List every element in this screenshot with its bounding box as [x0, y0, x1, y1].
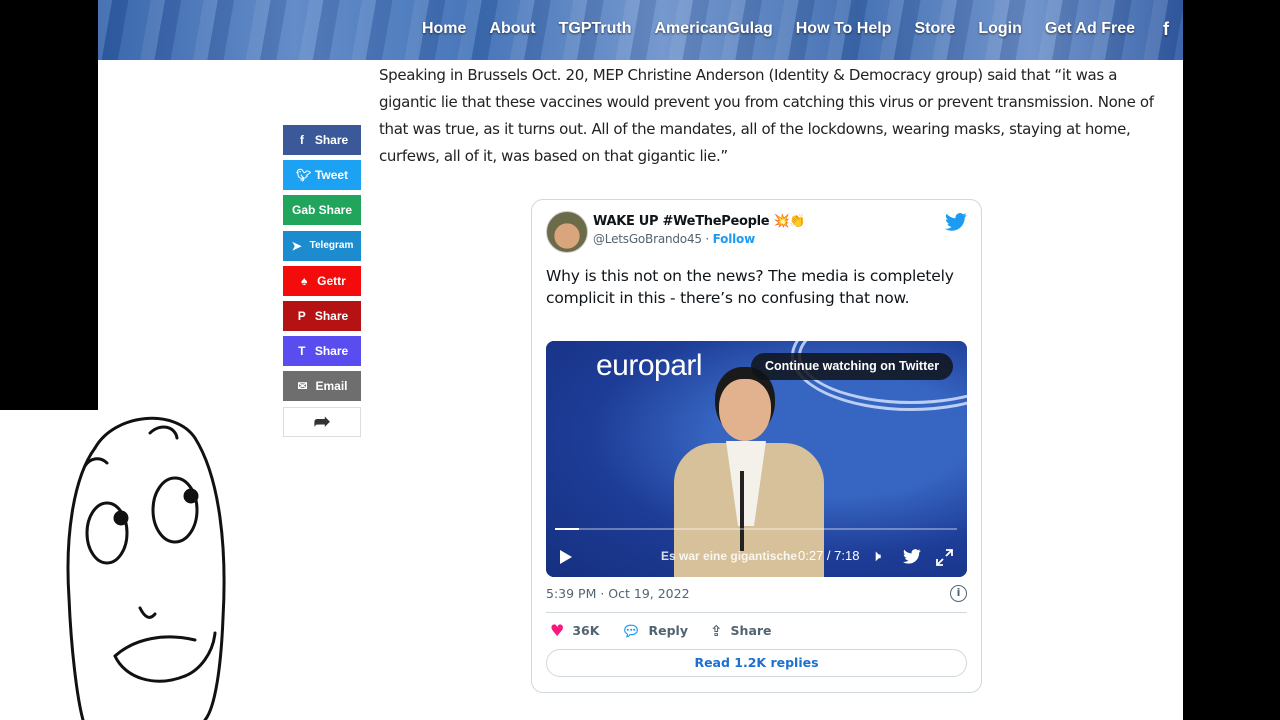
video-time: 0:27 / 7:18 — [798, 548, 860, 563]
share-label: Tweet — [314, 168, 349, 183]
like-button[interactable]: ♥ 36K — [550, 621, 599, 640]
nav-store[interactable]: Store — [914, 20, 955, 38]
gettr-share-button[interactable]: ♠ Gettr — [283, 265, 361, 296]
truth-share-button[interactable]: T Share — [283, 336, 361, 367]
gettr-icon: ♠ — [300, 273, 308, 288]
more-share-button[interactable]: ➦ — [283, 406, 361, 437]
share-label: Gab Share — [291, 203, 353, 218]
nav-about[interactable]: About — [489, 20, 535, 38]
tweet-author: WAKE UP #WeThePeople 💥👏 @LetsGoBrando45 … — [546, 211, 806, 253]
twitter-logo-icon[interactable] — [903, 549, 921, 564]
site-header: Home About TGPTruth AmericanGulag How To… — [98, 0, 1183, 60]
info-icon[interactable]: i — [950, 585, 967, 602]
handle-separator: · — [701, 232, 713, 246]
share-label: Share — [314, 133, 349, 147]
tweet-author-name[interactable]: WAKE UP #WeThePeople 💥👏 — [593, 214, 806, 229]
volume-icon[interactable]: 🕨︎ — [871, 546, 881, 566]
nav-get-ad-free[interactable]: Get Ad Free — [1045, 20, 1135, 38]
share-label: Email — [315, 379, 348, 394]
twitter-logo-icon[interactable] — [945, 212, 967, 232]
video-progress-bar[interactable] — [555, 528, 957, 530]
share-label: Share — [314, 308, 349, 323]
nav-home[interactable]: Home — [422, 20, 466, 38]
share-bar: f Share 🐦︎ Tweet Gab Share ➤ Telegram ♠ Gett… — [283, 125, 361, 442]
nav-americangulag[interactable]: AmericanGulag — [654, 20, 772, 38]
reply-bubble-icon: 💬︎ — [621, 621, 641, 640]
email-share-button[interactable]: ✉ Email — [283, 371, 361, 402]
read-replies-button[interactable]: Read 1.2K replies — [546, 649, 967, 677]
tweet-video[interactable]: europarl Continue watching on Twitter Es… — [546, 341, 967, 577]
tweet-date[interactable]: 5:39 PM · Oct 19, 2022 — [546, 586, 690, 601]
forward-arrow-icon: ➦ — [313, 411, 331, 433]
parler-share-button[interactable]: P Share — [283, 300, 361, 331]
facebook-share-button[interactable]: f Share — [283, 125, 361, 155]
continue-watching-button[interactable]: Continue watching on Twitter — [751, 353, 954, 380]
like-count: 36K — [572, 623, 600, 638]
microphone — [740, 471, 744, 551]
reply-label: Reply — [648, 623, 688, 638]
telegram-icon: ➤ — [291, 238, 302, 253]
twitter-bird-icon: 🐦︎ — [295, 168, 312, 183]
tweet-text: Why is this not on the news? The media i… — [546, 267, 954, 307]
follow-button[interactable]: Follow — [713, 232, 756, 246]
divider — [546, 612, 967, 613]
screen: Home About TGPTruth AmericanGulag How To… — [0, 0, 1280, 720]
play-icon[interactable] — [560, 550, 572, 564]
upload-share-icon: ⇪ — [709, 621, 723, 640]
thinking-meme-face-image — [66, 416, 226, 720]
fullscreen-icon[interactable] — [936, 549, 953, 566]
share-label: Share — [730, 623, 772, 638]
nav-how-to-help[interactable]: How To Help — [796, 20, 892, 38]
envelope-icon: ✉ — [297, 379, 308, 394]
avatar[interactable] — [546, 211, 588, 253]
web-page: Home About TGPTruth AmericanGulag How To… — [98, 0, 1183, 720]
share-label: Telegram — [309, 240, 354, 252]
heart-icon: ♥ — [550, 621, 565, 640]
parler-icon: P — [297, 308, 306, 323]
reply-button[interactable]: 💬︎ Reply — [621, 621, 688, 640]
truth-icon: T — [298, 344, 306, 359]
video-controls: Es war eine gigantische 0:27 / 7:18 🕨︎ — [546, 541, 967, 575]
facebook-icon: f — [299, 133, 304, 147]
facebook-icon[interactable]: f — [1163, 19, 1169, 40]
gab-share-button[interactable]: Gab Share — [283, 195, 361, 226]
share-tweet-button[interactable]: ⇪ Share — [710, 621, 772, 640]
telegram-share-button[interactable]: ➤ Telegram — [283, 230, 361, 261]
tweet-author-names: WAKE UP #WeThePeople 💥👏 @LetsGoBrando45 … — [593, 211, 806, 253]
embedded-tweet: WAKE UP #WeThePeople 💥👏 @LetsGoBrando45 … — [531, 199, 982, 693]
main-nav: Home About TGPTruth AmericanGulag How To… — [422, 0, 1169, 58]
share-label: Gettr — [317, 273, 346, 288]
article-paragraph: Speaking in Brussels Oct. 20, MEP Christ… — [379, 66, 1154, 165]
nav-login[interactable]: Login — [978, 20, 1022, 38]
video-progress-fill — [555, 528, 580, 530]
twitter-share-button[interactable]: 🐦︎ Tweet — [283, 160, 361, 191]
nav-tgptruth[interactable]: TGPTruth — [559, 20, 632, 38]
tweet-handle-line: @LetsGoBrando45 · Follow — [593, 232, 805, 246]
tweet-actions: ♥ 36K 💬︎ Reply ⇪ Share — [550, 621, 772, 640]
share-label: Share — [314, 344, 349, 359]
tweet-handle[interactable]: @LetsGoBrando45 — [593, 232, 702, 246]
video-subtitle: Es war eine gigantische — [661, 549, 798, 563]
speaker-head — [719, 379, 771, 441]
